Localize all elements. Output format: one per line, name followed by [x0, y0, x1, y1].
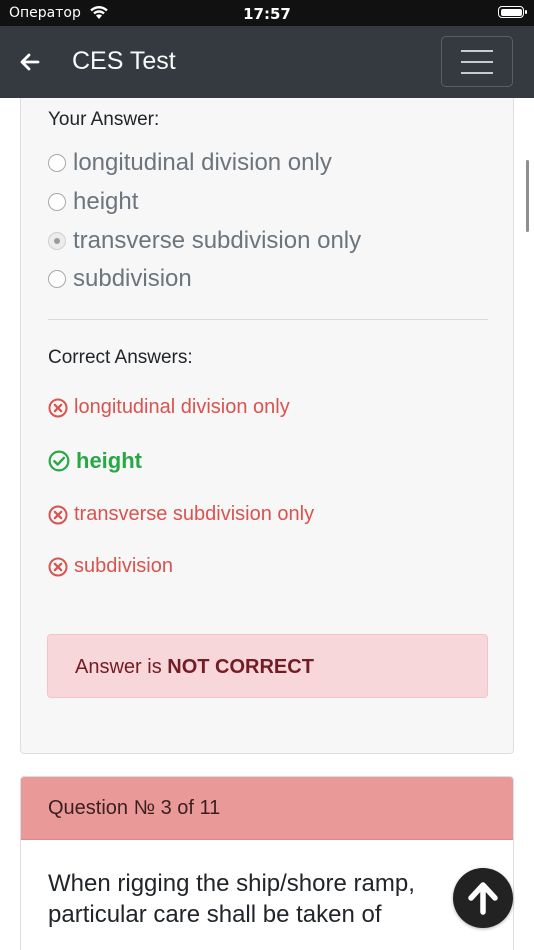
correct-answer-item: subdivision — [48, 555, 173, 578]
question-card: Question № 3 of 11 When rigging the ship… — [20, 776, 514, 950]
radio-button[interactable] — [48, 193, 66, 211]
answer-option-label: longitudinal division only — [73, 149, 332, 176]
your-answer-label: Your Answer: — [48, 109, 160, 130]
radio-button-selected[interactable] — [48, 232, 66, 250]
arrow-up-icon — [468, 882, 498, 915]
answer-text: longitudinal division only — [74, 396, 290, 418]
answer-text: height — [76, 448, 142, 473]
x-circle-icon — [48, 398, 68, 417]
x-circle-icon — [48, 505, 68, 524]
answer-option[interactable]: height — [48, 188, 138, 216]
answer-text: subdivision — [74, 555, 173, 577]
correct-answer-item: height — [48, 448, 142, 474]
check-circle-icon — [48, 450, 70, 472]
answer-option[interactable]: subdivision — [48, 265, 192, 293]
question-text: When rigging the ship/shore ramp, partic… — [48, 870, 415, 928]
correct-answer-item: longitudinal division only — [48, 396, 290, 419]
previous-question-card: Your Answer: longitudinal division only … — [20, 98, 514, 754]
radio-button[interactable] — [48, 154, 66, 172]
answer-option[interactable]: longitudinal division only — [48, 149, 332, 177]
answer-option[interactable]: transverse subdivision only — [48, 227, 361, 255]
result-prefix: Answer is — [75, 656, 162, 678]
page-title: CES Test — [72, 47, 176, 75]
clock: 17:57 — [243, 5, 291, 23]
result-alert: Answer is NOT CORRECT — [47, 634, 488, 698]
scroll-to-top-button[interactable] — [453, 868, 513, 928]
answer-text: transverse subdivision only — [74, 503, 315, 525]
hamburger-menu-button[interactable] — [441, 36, 513, 87]
main-content[interactable]: Your Answer: longitudinal division only … — [0, 98, 534, 950]
x-circle-icon — [48, 557, 68, 576]
status-bar: Оператор 17:57 — [0, 0, 534, 26]
correct-answers-label: Correct Answers: — [48, 347, 193, 368]
answer-option-label: height — [73, 188, 139, 215]
answer-option-label: subdivision — [73, 265, 192, 292]
scrollbar[interactable] — [526, 160, 529, 232]
navbar: CES Test — [0, 26, 534, 98]
answer-option-label: transverse subdivision only — [73, 227, 362, 254]
result-verdict: NOT CORRECT — [167, 656, 314, 678]
radio-button[interactable] — [48, 270, 66, 288]
divider — [48, 319, 488, 320]
battery-icon — [498, 6, 527, 18]
question-header: Question № 3 of 11 — [21, 777, 513, 840]
back-arrow-icon[interactable] — [18, 50, 42, 74]
correct-answer-item: transverse subdivision only — [48, 503, 314, 526]
